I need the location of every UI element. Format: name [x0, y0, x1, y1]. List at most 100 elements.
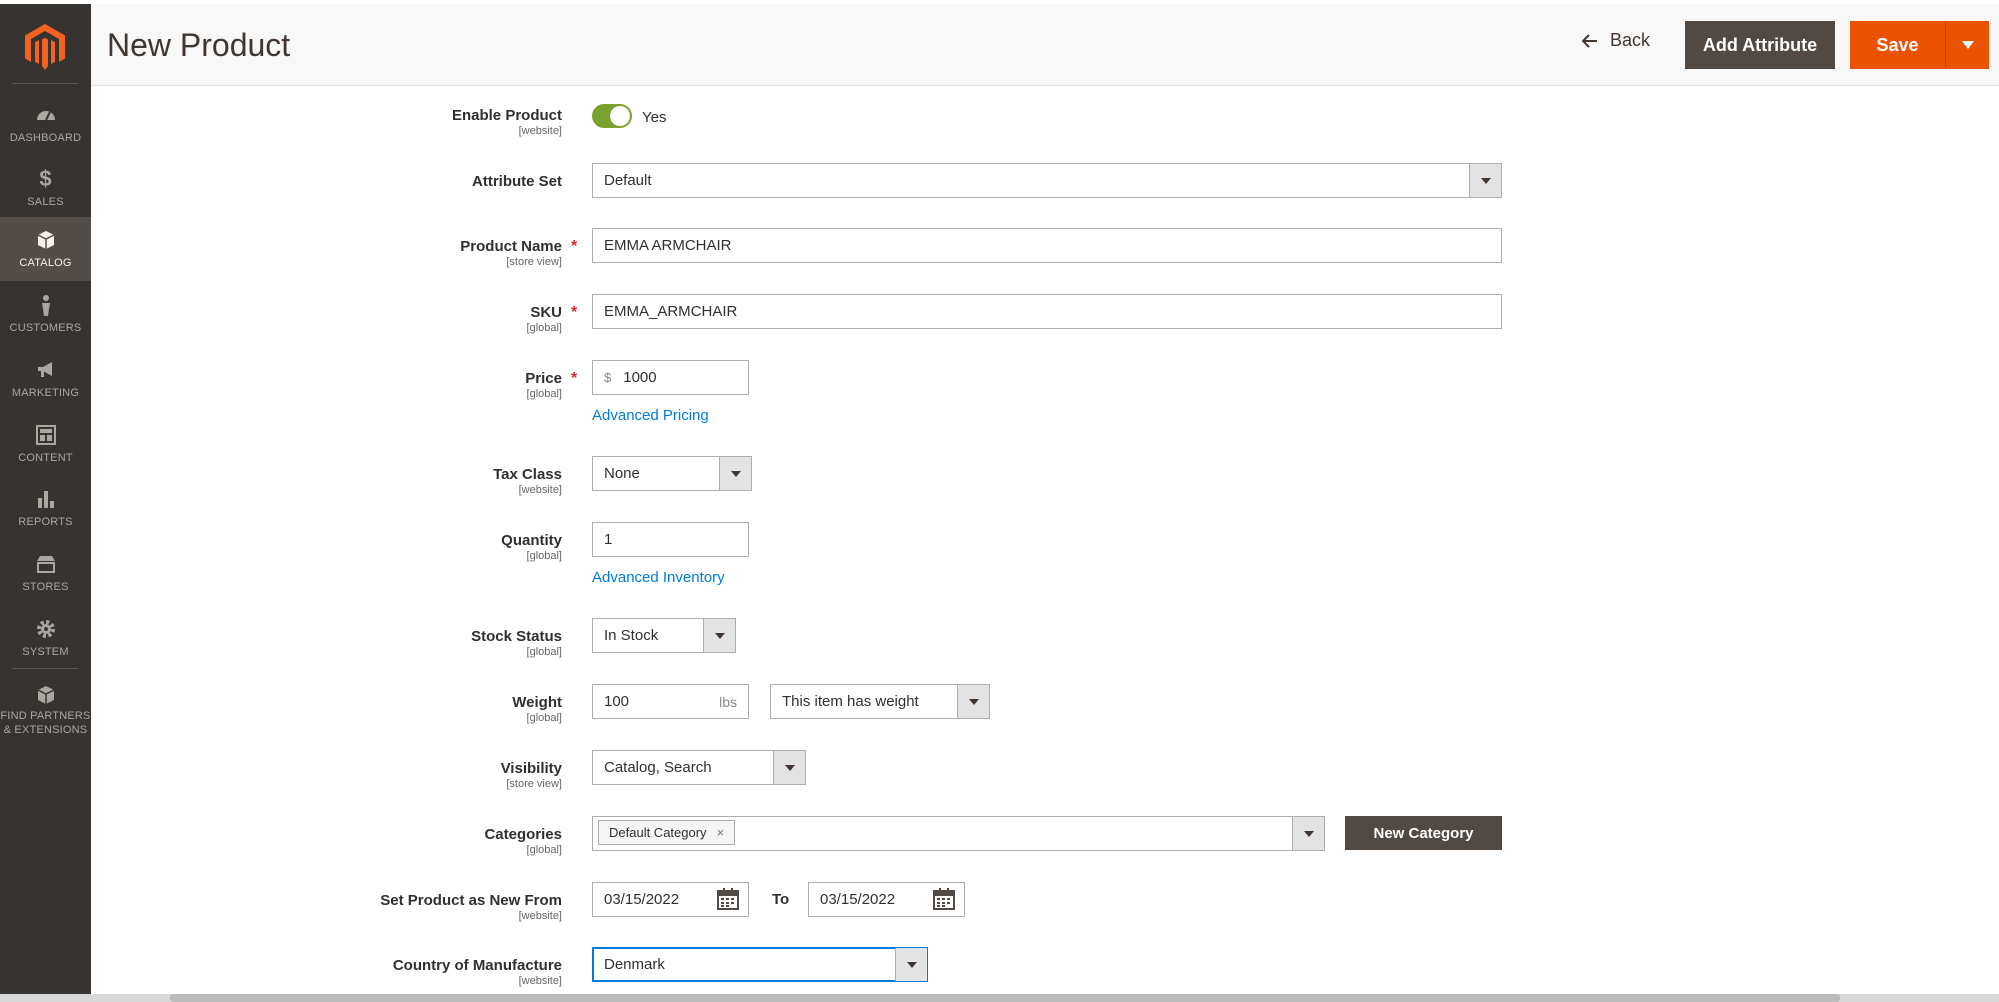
sidebar-item-reports[interactable]: REPORTS	[0, 476, 91, 540]
save-button[interactable]: Save	[1850, 21, 1945, 69]
categories-scope: [global]	[526, 844, 562, 856]
sidebar-item-content[interactable]: CONTENT	[0, 412, 91, 476]
chevron-down-icon	[719, 457, 751, 490]
admin-sidebar: DASHBOARD $ SALES CATALOG CUSTOMERS MARK…	[0, 4, 91, 998]
sidebar-divider	[12, 668, 78, 669]
magento-logo-icon[interactable]	[25, 24, 65, 70]
sidebar-item-label: & EXTENSIONS	[3, 724, 88, 736]
layout-icon	[35, 425, 56, 445]
required-asterisk: *	[571, 304, 578, 321]
tax-class-label: Tax Class	[493, 466, 562, 483]
advanced-pricing-link[interactable]: Advanced Pricing	[592, 407, 709, 424]
tax-class-select[interactable]: None	[592, 456, 752, 491]
chevron-down-icon	[895, 948, 927, 981]
new-from-label: Set Product as New From	[380, 892, 562, 909]
sidebar-item-label: SALES	[27, 196, 64, 208]
product-name-scope: [store view]	[506, 256, 562, 268]
price-scope: [global]	[526, 388, 562, 400]
new-category-button[interactable]: New Category	[1345, 816, 1502, 850]
sidebar-item-dashboard[interactable]: DASHBOARD	[0, 92, 91, 156]
weight-input[interactable]: 100 lbs	[592, 684, 749, 719]
attribute-set-value: Default	[604, 172, 652, 189]
currency-symbol: $	[604, 370, 612, 385]
box-icon	[37, 231, 54, 249]
sidebar-item-sales[interactable]: $ SALES	[0, 156, 91, 220]
weight-label: Weight	[512, 694, 562, 711]
chevron-down-icon	[703, 619, 735, 652]
calendar-icon[interactable]	[717, 888, 739, 910]
person-icon	[41, 295, 50, 316]
sku-scope: [global]	[526, 322, 562, 334]
sidebar-item-label: REPORTS	[18, 516, 73, 528]
country-of-manufacture-select[interactable]: Denmark	[592, 947, 928, 982]
weight-scope: [global]	[526, 712, 562, 724]
product-name-value: EMMA ARMCHAIR	[604, 237, 732, 254]
calendar-icon[interactable]	[933, 888, 955, 910]
chevron-down-icon	[1292, 817, 1324, 850]
quantity-scope: [global]	[526, 550, 562, 562]
dollar-icon: $	[39, 166, 52, 191]
sidebar-item-partners[interactable]: FIND PARTNERS & EXTENSIONS	[0, 672, 91, 740]
sku-value: EMMA_ARMCHAIR	[604, 303, 738, 320]
price-input[interactable]: $ 1000	[592, 360, 749, 395]
visibility-select[interactable]: Catalog, Search	[592, 750, 806, 785]
save-options-dropdown-button[interactable]	[1945, 21, 1989, 69]
stock-status-scope: [global]	[526, 646, 562, 658]
chevron-down-icon	[773, 751, 805, 784]
sku-label: SKU	[530, 304, 562, 321]
quantity-value: 1	[604, 531, 613, 548]
cubes-icon	[37, 686, 54, 704]
sidebar-item-customers[interactable]: CUSTOMERS	[0, 282, 91, 346]
new-to-label: To	[772, 891, 790, 908]
back-button[interactable]: Back	[1582, 30, 1650, 51]
sidebar-item-system[interactable]: SYSTEM	[0, 606, 91, 670]
quantity-input[interactable]: 1	[592, 522, 749, 557]
new-to-date-value: 03/15/2022	[820, 891, 896, 908]
sidebar-item-label: STORES	[22, 581, 69, 593]
chevron-down-icon	[1469, 164, 1501, 197]
sidebar-item-label: CATALOG	[19, 257, 72, 269]
new-from-date-value: 03/15/2022	[604, 891, 680, 908]
country-value: Denmark	[604, 956, 665, 973]
sidebar-item-label: CUSTOMERS	[9, 322, 82, 334]
weight-value: 100	[604, 693, 630, 710]
sku-input[interactable]: EMMA_ARMCHAIR	[592, 294, 1502, 329]
remove-tag-icon[interactable]: ×	[717, 825, 725, 840]
sidebar-item-label: MARKETING	[11, 387, 80, 399]
dashboard-icon	[36, 111, 55, 121]
sidebar-item-catalog[interactable]: CATALOG	[0, 217, 91, 281]
add-attribute-button[interactable]: Add Attribute	[1685, 21, 1835, 69]
sidebar-divider	[12, 83, 78, 84]
visibility-scope: [store view]	[506, 778, 562, 790]
storefront-icon	[36, 556, 55, 573]
tax-class-scope: [website]	[518, 484, 562, 496]
chevron-down-icon	[957, 685, 989, 718]
enable-product-scope: [website]	[518, 125, 562, 137]
quantity-label: Quantity	[501, 532, 562, 549]
enable-product-label: Enable Product	[451, 107, 562, 124]
required-asterisk: *	[571, 238, 578, 255]
stock-status-select[interactable]: In Stock	[592, 618, 736, 653]
tax-class-value: None	[604, 465, 640, 482]
sidebar-item-label: SYSTEM	[22, 646, 69, 658]
sidebar-item-label: DASHBOARD	[9, 132, 82, 144]
category-tag-label: Default Category	[609, 825, 707, 840]
horizontal-scrollbar[interactable]	[170, 994, 1840, 1002]
sidebar-item-label: CONTENT	[18, 452, 73, 464]
attribute-set-label: Attribute Set	[472, 173, 562, 190]
bar-chart-icon	[37, 491, 54, 508]
sidebar-item-marketing[interactable]: MARKETING	[0, 347, 91, 411]
visibility-value: Catalog, Search	[604, 759, 712, 776]
product-has-weight-select[interactable]: This item has weight	[770, 684, 990, 719]
categories-label: Categories	[484, 826, 562, 843]
sidebar-item-label: FIND PARTNERS	[0, 710, 91, 722]
enable-product-toggle[interactable]	[592, 104, 632, 128]
sidebar-item-stores[interactable]: STORES	[0, 541, 91, 605]
price-label: Price	[525, 370, 562, 387]
advanced-inventory-link[interactable]: Advanced Inventory	[592, 569, 725, 586]
back-button-label: Back	[1610, 30, 1651, 50]
stock-status-label: Stock Status	[471, 628, 562, 645]
product-name-input[interactable]: EMMA ARMCHAIR	[592, 228, 1502, 263]
attribute-set-select[interactable]: Default	[592, 163, 1502, 198]
megaphone-icon	[37, 362, 52, 377]
